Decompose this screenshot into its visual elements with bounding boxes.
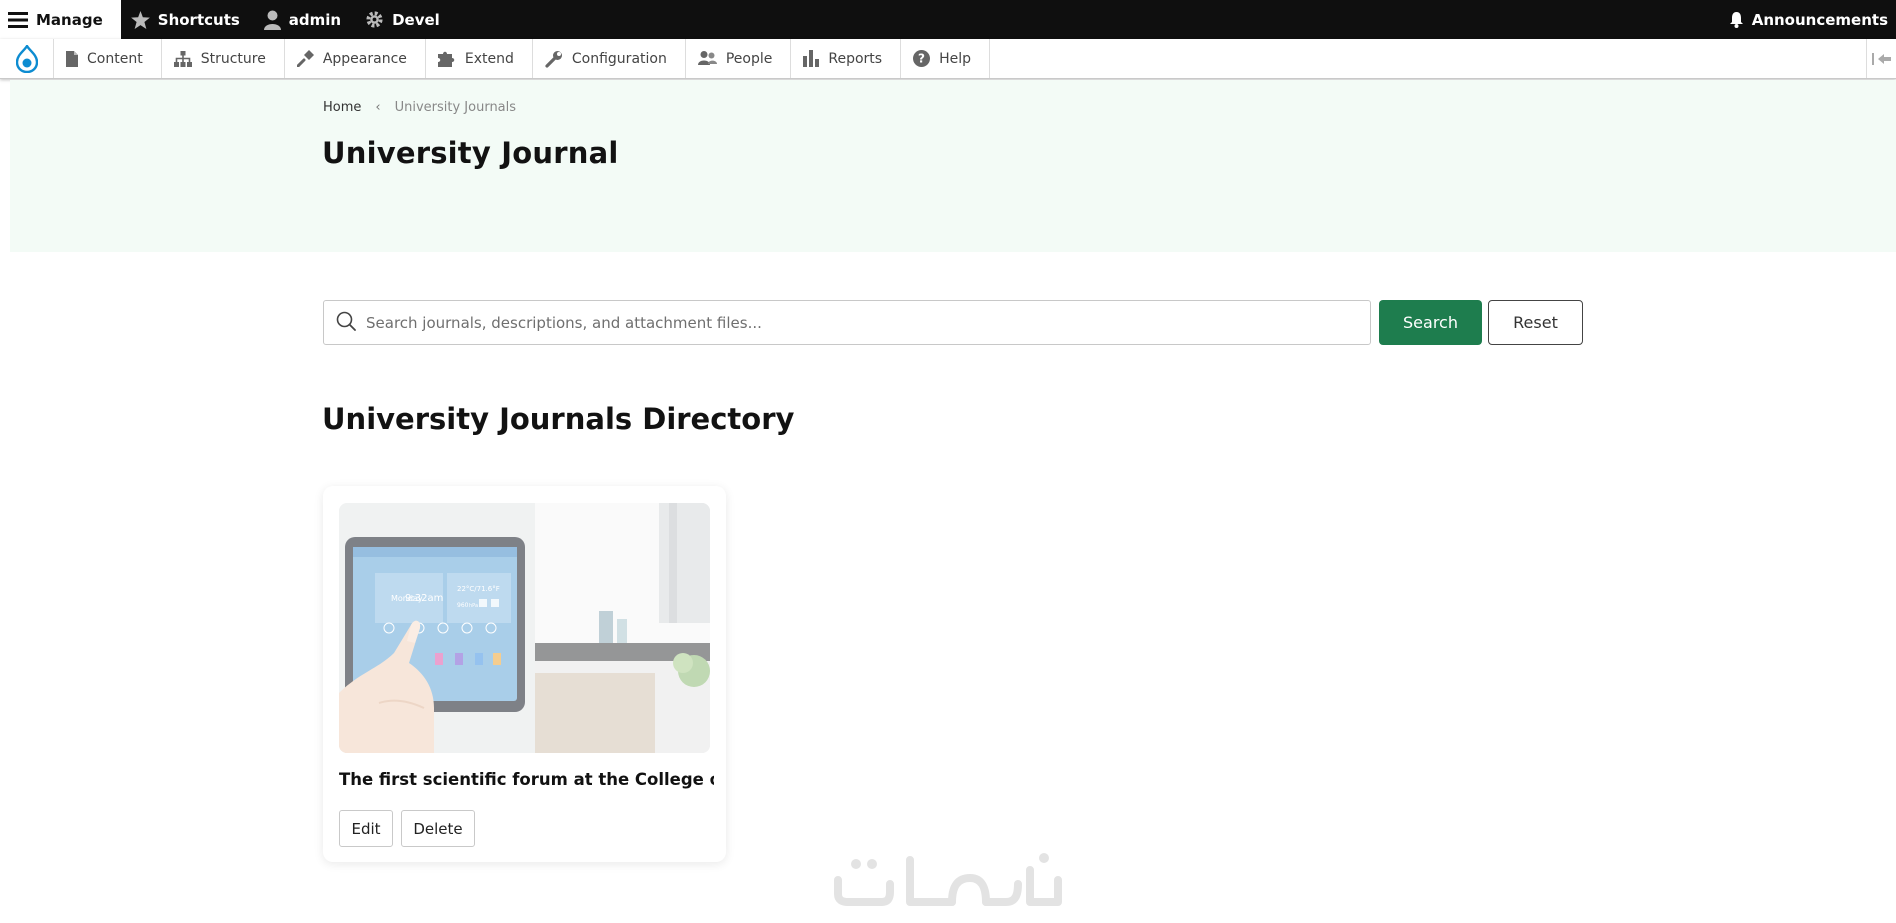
admin-toolbar: Manage Shortcuts admin Devel Announcemen… <box>0 0 1896 39</box>
wrench-icon <box>545 50 563 68</box>
announcements-label: Announcements <box>1751 10 1888 29</box>
devel-label: Devel <box>392 10 440 29</box>
user-label: admin <box>288 10 342 29</box>
announcements-tab[interactable]: Announcements <box>1719 0 1896 39</box>
breadcrumb-separator: ‹ <box>375 100 381 115</box>
bar-chart-icon <box>803 50 820 67</box>
devel-tab[interactable]: Devel <box>355 0 454 39</box>
svg-text:?: ? <box>918 52 925 66</box>
page-title: University Journal <box>322 136 619 170</box>
brush-icon <box>296 50 314 67</box>
user-tab[interactable]: admin <box>254 0 355 39</box>
breadcrumb: Home ‹ University Journals <box>323 100 516 115</box>
shortcuts-tab[interactable]: Shortcuts <box>121 0 254 39</box>
user-icon <box>263 10 281 30</box>
breadcrumb-current: University Journals <box>394 100 517 115</box>
admin-menu-tray: Content Structure Appearance Extend Conf… <box>0 39 1896 79</box>
manage-label: Manage <box>36 10 103 29</box>
menu-extend-label: Extend <box>464 50 514 67</box>
journal-card-image[interactable]: Monday 9:32am 22°C/71.6°F 960 hPa <box>339 503 710 753</box>
edit-button[interactable]: Edit <box>339 810 393 847</box>
hamburger-icon <box>8 11 28 29</box>
people-icon <box>697 50 717 67</box>
drupal-logo-icon[interactable] <box>0 39 54 78</box>
delete-button[interactable]: Delete <box>401 810 475 847</box>
reset-button[interactable]: Reset <box>1488 300 1583 345</box>
journal-card-title[interactable]: The first scientific forum at the Colleg… <box>339 770 714 789</box>
menu-content-label: Content <box>87 50 143 67</box>
star-icon <box>130 10 150 29</box>
collapse-toolbar-icon[interactable] <box>1866 39 1896 78</box>
file-icon <box>66 50 78 67</box>
gear-icon <box>365 10 384 29</box>
search-input[interactable] <box>366 313 1346 332</box>
directory-title: University Journals Directory <box>322 402 795 436</box>
watermark-logo <box>830 850 1066 908</box>
puzzle-icon <box>437 50 456 67</box>
menu-content[interactable]: Content <box>54 39 162 78</box>
menu-appearance-label: Appearance <box>322 50 407 67</box>
menu-appearance[interactable]: Appearance <box>285 39 426 78</box>
menu-structure[interactable]: Structure <box>162 39 285 78</box>
menu-configuration[interactable]: Configuration <box>533 39 686 78</box>
menu-people-label: People <box>725 50 773 67</box>
search-button[interactable]: Search <box>1379 300 1482 345</box>
menu-help-label: Help <box>939 50 971 67</box>
menu-people[interactable]: People <box>686 39 792 78</box>
menu-extend[interactable]: Extend <box>426 39 533 78</box>
sitemap-icon <box>173 50 192 67</box>
page-header-band <box>10 80 1896 252</box>
help-icon: ? <box>913 50 931 67</box>
menu-reports[interactable]: Reports <box>791 39 902 78</box>
journal-card: Monday 9:32am 22°C/71.6°F 960 hPa The fi… <box>323 486 726 862</box>
search-field-wrapper[interactable] <box>323 300 1371 345</box>
manage-tab[interactable]: Manage <box>0 0 121 39</box>
menu-reports-label: Reports <box>828 50 883 67</box>
menu-structure-label: Structure <box>200 50 266 67</box>
bell-icon <box>1729 11 1744 28</box>
search-icon <box>336 311 356 335</box>
shortcuts-label: Shortcuts <box>157 10 240 29</box>
menu-configuration-label: Configuration <box>571 50 667 67</box>
menu-help[interactable]: ? Help <box>901 39 990 78</box>
breadcrumb-home-link[interactable]: Home <box>323 100 361 115</box>
